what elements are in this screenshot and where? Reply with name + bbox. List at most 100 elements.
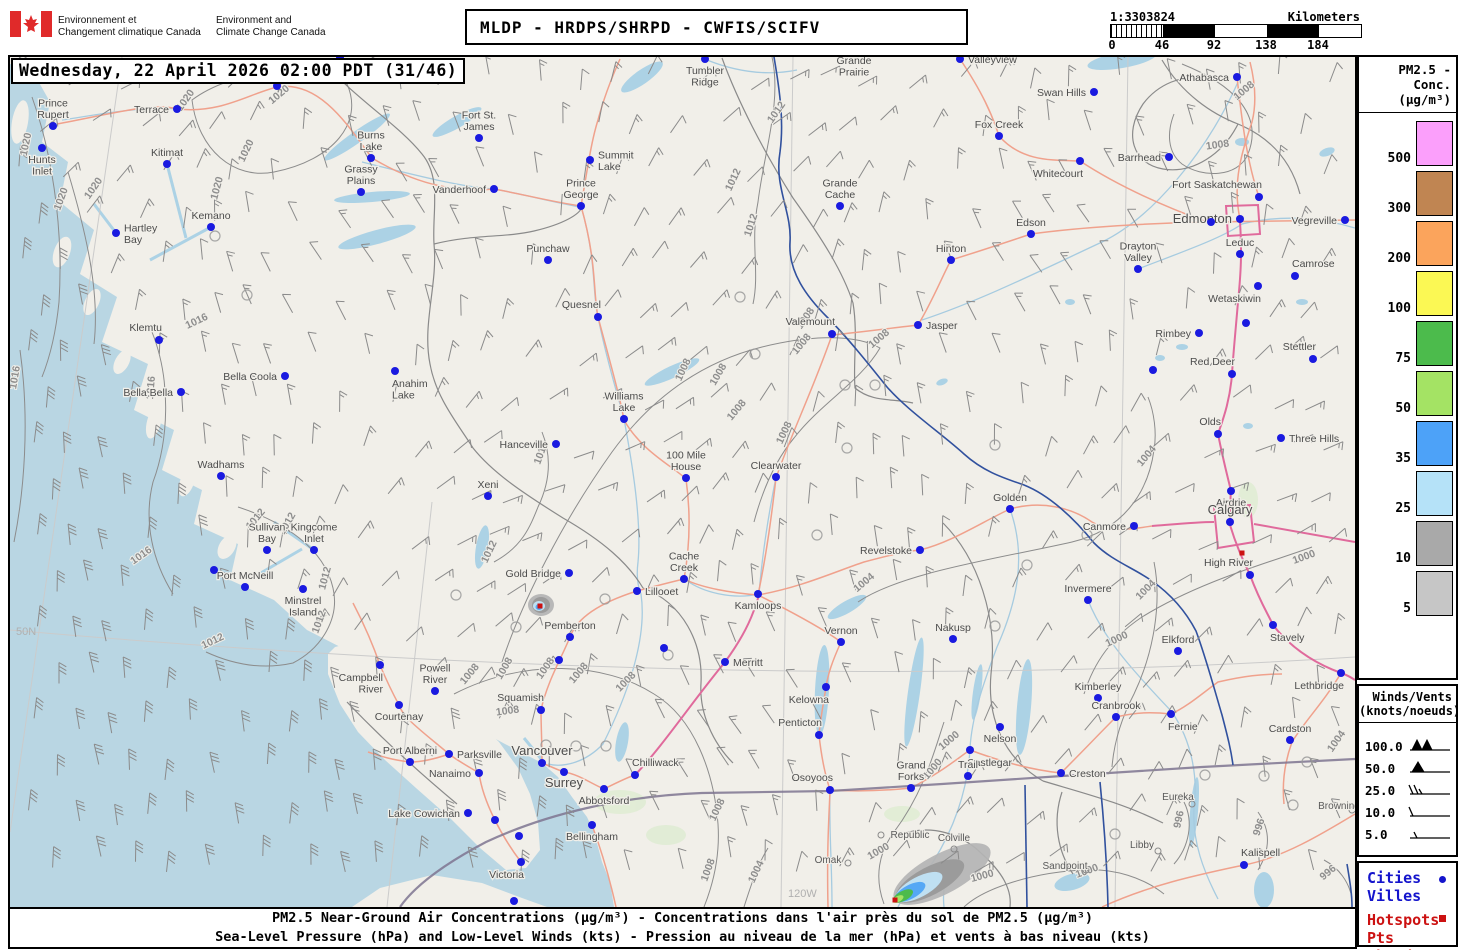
city-label: Trail [958, 759, 978, 771]
pm25-level-row: 500 [1359, 121, 1456, 166]
city-dot [281, 372, 289, 380]
pm25-level-swatch [1416, 321, 1453, 366]
pm25-level-swatch [1416, 371, 1453, 416]
city-label: Gold Bridge [506, 568, 562, 580]
scale-tick: 0 [1108, 38, 1116, 52]
city-label: Merritt [733, 657, 763, 669]
pm25-level-label: 100 [1387, 301, 1411, 316]
city-label: Parksville [457, 749, 502, 761]
graticule-label: 50N [16, 626, 36, 638]
city-label: Bella Bella [123, 387, 173, 399]
city-label: Vernon [824, 625, 857, 637]
pm25-level-label: 500 [1387, 151, 1411, 166]
scale-bar-segment [1319, 25, 1361, 37]
city-label: Red Deer [1190, 356, 1235, 368]
city-dot [515, 832, 523, 840]
caption-box: PM2.5 Near-Ground Air Concentrations (µg… [8, 907, 1357, 949]
city-dot [772, 473, 780, 481]
city-label: Cranbrook [1091, 700, 1141, 712]
city-dot [620, 415, 628, 423]
pm25-level-row: 50 [1359, 371, 1456, 416]
winds-legend: Winds/Vents (knots/noeuds) 100.0 50.0 25… [1357, 684, 1460, 857]
graticule-label: 120W [788, 888, 817, 900]
cities-label-fr: Villes [1367, 887, 1422, 905]
hotspot-marker [892, 897, 898, 903]
city-label: Lethbridge [1294, 680, 1344, 692]
pm25-level-label: 75 [1395, 351, 1411, 366]
winds-legend-units: (knots/noeuds) [1359, 704, 1460, 718]
map-svg: 1020102010201020102010201020102010161016… [10, 57, 1355, 908]
city-dot [490, 185, 498, 193]
pm25-level-row: 35 [1359, 421, 1456, 466]
city-dot [1337, 669, 1345, 677]
city-label: High River [1204, 557, 1254, 569]
city-dot [837, 638, 845, 646]
city-label: Minstrel Island [285, 595, 322, 619]
city-label: Nelson [984, 733, 1017, 745]
wind-barb-10-icon [1408, 806, 1450, 817]
wind-speed-label: 100.0 [1365, 738, 1403, 754]
city-label: Elkford [1162, 634, 1195, 646]
city-dot [299, 585, 307, 593]
scale-tick: 46 [1154, 38, 1170, 52]
city-dot [207, 223, 215, 231]
city-dot [538, 759, 546, 767]
pm25-level-row: 25 [1359, 471, 1456, 516]
map-canvas: 1020102010201020102010201020102010161016… [8, 55, 1357, 910]
city-dot [631, 771, 639, 779]
city-dot [552, 440, 560, 448]
city-label: Drayton Valley [1120, 241, 1157, 265]
city-dot [155, 336, 163, 344]
city-label: Rimbey [1155, 328, 1191, 340]
pm25-level-label: 5 [1403, 601, 1411, 616]
city-label: Leduc [1226, 237, 1255, 249]
city-dot [1255, 193, 1263, 201]
city-label: Courtenay [375, 711, 424, 723]
divider [1359, 722, 1456, 723]
pm25-level-label: 25 [1395, 501, 1411, 516]
city-dot [995, 132, 1003, 140]
wind-barb-5-icon [1410, 831, 1450, 839]
pm25-level-swatch [1416, 571, 1453, 616]
city-dot [491, 816, 499, 824]
winds-legend-title: Winds/Vents [1372, 690, 1452, 704]
wind-speed-label: 25.0 [1365, 782, 1396, 798]
city-dot [1309, 355, 1317, 363]
city-dot [836, 202, 844, 210]
pm25-legend-title: PM2.5 - Conc. [1398, 62, 1451, 92]
city-dot [310, 546, 318, 554]
city-label: Kitimat [151, 147, 183, 159]
us-town-label: Eureka [1162, 792, 1194, 803]
city-label: Powell River [420, 663, 451, 687]
city-label: Klemtu [129, 322, 162, 334]
city-dot [826, 786, 834, 794]
city-dot [1057, 769, 1065, 777]
city-dot [177, 388, 185, 396]
scale-bar-segment [1163, 25, 1215, 37]
wind-speed-label: 5.0 [1365, 826, 1388, 842]
city-dot [566, 633, 574, 641]
city-dot [475, 134, 483, 142]
city-dot [1167, 710, 1175, 718]
city-dot [1236, 250, 1244, 258]
model-title: MLDP - HRDPS/SHRPD - CWFIS/SCIFV [465, 9, 968, 45]
city-dot [1286, 736, 1294, 744]
city-dot [914, 321, 922, 329]
scale-bar-segment [1267, 25, 1319, 37]
city-dot [907, 784, 915, 792]
city-dot [680, 575, 688, 583]
caption-line-1: PM2.5 Near-Ground Air Concentrations (µg… [272, 910, 1093, 926]
city-dot [1134, 265, 1142, 273]
city-label: Cardston [1269, 723, 1312, 735]
wind-speed-label: 10.0 [1365, 804, 1396, 820]
city-dot [395, 701, 403, 709]
city-label: Lillooet [645, 586, 678, 598]
city-dot [600, 785, 608, 793]
city-label: Wadhams [198, 459, 245, 471]
city-label: Lake Cowichan [388, 808, 460, 820]
hotspot-marker [537, 603, 543, 609]
city-dot [1165, 153, 1173, 161]
city-label: Grand Forks [896, 760, 925, 784]
weather-map-page: Environnement et Changement climatique Ca… [0, 0, 1460, 950]
city-dot [1341, 216, 1349, 224]
